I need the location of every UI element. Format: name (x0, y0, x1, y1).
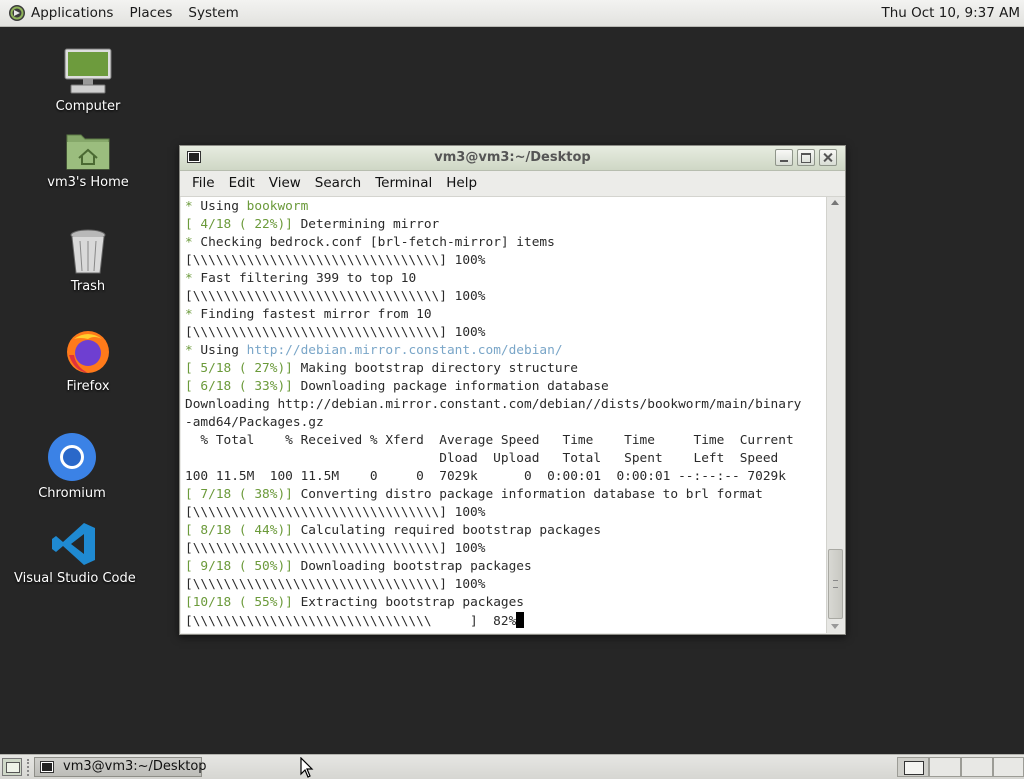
maximize-button[interactable] (797, 149, 815, 166)
terminal-line: * Fast filtering 399 to top 10 (185, 271, 417, 286)
desktop-icon-vscode[interactable]: Visual Studio Code (14, 521, 136, 586)
desktop-icon-label: Chromium (38, 486, 106, 501)
desktop-icon-label: Firefox (66, 379, 110, 394)
minimize-button[interactable] (775, 149, 793, 166)
desktop-icon-home[interactable]: vm3's Home (40, 129, 136, 190)
terminal-line: [\\\\\\\\\\\\\\\\\\\\\\\\\\\\\\\\] 100% (185, 577, 486, 592)
computer-icon (64, 48, 112, 94)
desktop-icon-computer[interactable]: Computer (40, 47, 136, 114)
workspace-4[interactable] (993, 757, 1024, 777)
terminal-line: [ 4/18 ( 22%)] Determining mirror (185, 217, 440, 232)
menu-help[interactable]: Help (439, 171, 484, 196)
top-panel: Applications Places System Thu Oct 10, 9… (0, 0, 1024, 27)
terminal-text: * Using bookworm [ 4/18 ( 22%)] Determini… (181, 197, 826, 630)
show-desktop-icon[interactable] (2, 758, 22, 776)
desktop-icon-label: Visual Studio Code (14, 571, 136, 586)
terminal-line: [\\\\\\\\\\\\\\\\\\\\\\\\\\\\\\\\] 100% (185, 325, 486, 340)
terminal-line: [\\\\\\\\\\\\\\\\\\\\\\\\\\\\\\\\] 100% (185, 253, 486, 268)
text-cursor (516, 612, 525, 628)
menu-view[interactable]: View (262, 171, 308, 196)
terminal-line: [\\\\\\\\\\\\\\\\\\\\\\\\\\\\\\\ ] 82% (185, 612, 826, 630)
system-menu[interactable]: System (180, 0, 246, 26)
desktop-icon-label: Trash (70, 279, 106, 294)
terminal-line: [ 8/18 ( 44%)] Calculating required boot… (185, 523, 602, 538)
trash-icon (70, 229, 106, 274)
terminal-line: % Total % Received % Xferd Average Speed… (185, 433, 794, 448)
desktop-icon-chromium[interactable]: Chromium (24, 432, 120, 501)
chromium-icon (48, 433, 96, 481)
menu-terminal[interactable]: Terminal (368, 171, 439, 196)
terminal-line: 100 11.5M 100 11.5M 0 0 7029k 0 0:00:01 … (185, 469, 786, 484)
taskbar-window-label: vm3@vm3:~/Desktop (63, 759, 207, 774)
home-folder-icon (66, 134, 110, 170)
menu-edit[interactable]: Edit (222, 171, 262, 196)
terminal-line: [10/18 ( 55%)] Extracting bootstrap pack… (185, 595, 525, 610)
desktop-icon-label: Computer (55, 99, 121, 114)
terminal-line: [\\\\\\\\\\\\\\\\\\\\\\\\\\\\\\\\] 100% (185, 541, 486, 556)
places-menu[interactable]: Places (121, 0, 180, 26)
terminal-line: * Finding fastest mirror from 10 (185, 307, 432, 322)
terminal-line: [ 7/18 ( 38%)] Converting distro package… (185, 487, 763, 502)
menu-search[interactable]: Search (308, 171, 368, 196)
scroll-up-arrow-icon[interactable] (831, 200, 839, 205)
terminal-line: [ 9/18 ( 50%)] Downloading bootstrap pac… (185, 559, 532, 574)
workspace-3[interactable] (961, 757, 993, 777)
terminal-line: * Checking bedrock.conf [brl-fetch-mirro… (185, 235, 555, 250)
terminal-window[interactable]: vm3@vm3:~/Desktop File Edit View Search … (179, 145, 846, 635)
panel-grip[interactable] (27, 759, 33, 776)
terminal-line: [ 5/18 ( 27%)] Making bootstrap director… (185, 361, 578, 376)
menu-file[interactable]: File (180, 171, 222, 196)
terminal-line: -amd64/Packages.gz (185, 415, 324, 430)
window-title: vm3@vm3:~/Desktop (434, 150, 591, 165)
distro-logo-icon (9, 5, 25, 21)
scroll-down-arrow-icon[interactable] (831, 624, 839, 629)
taskbar-window-button[interactable]: vm3@vm3:~/Desktop (34, 757, 207, 777)
window-titlebar[interactable]: vm3@vm3:~/Desktop (180, 146, 845, 171)
mouse-pointer-icon (300, 757, 314, 778)
workspace-2[interactable] (929, 757, 961, 777)
vscode-icon (52, 523, 95, 565)
terminal-line: [ 6/18 ( 33%)] Downloading package infor… (185, 379, 609, 394)
scrollbar-thumb[interactable] (828, 549, 843, 619)
terminal-line: [\\\\\\\\\\\\\\\\\\\\\\\\\\\\\\\\] 100% (185, 289, 486, 304)
terminal-line: Downloading http://debian.mirror.constan… (185, 397, 802, 412)
terminal-line: Dload Upload Total Spent Left Speed (185, 451, 779, 466)
terminal-line: * Using bookworm (185, 199, 309, 214)
applications-label: Applications (31, 4, 114, 21)
terminal-icon (40, 761, 54, 773)
terminal-output[interactable]: * Using bookworm [ 4/18 ( 22%)] Determini… (181, 197, 826, 633)
terminal-menubar: File Edit View Search Terminal Help (180, 171, 845, 197)
terminal-line: * Using http://debian.mirror.constant.co… (185, 343, 563, 358)
workspace-1[interactable] (897, 757, 929, 777)
firefox-icon (67, 331, 109, 373)
desktop-icon-trash[interactable]: Trash (40, 229, 136, 294)
vertical-scrollbar[interactable] (826, 197, 844, 633)
desktop-icon-label: vm3's Home (47, 175, 129, 190)
close-button[interactable] (819, 149, 837, 166)
desktop-icon-firefox[interactable]: Firefox (40, 327, 136, 394)
bottom-panel: vm3@vm3:~/Desktop (0, 754, 1024, 779)
clock[interactable]: Thu Oct 10, 9:37 AM (881, 0, 1020, 27)
applications-menu[interactable]: Applications (0, 0, 121, 26)
terminal-line: [\\\\\\\\\\\\\\\\\\\\\\\\\\\\\\\\] 100% (185, 505, 486, 520)
